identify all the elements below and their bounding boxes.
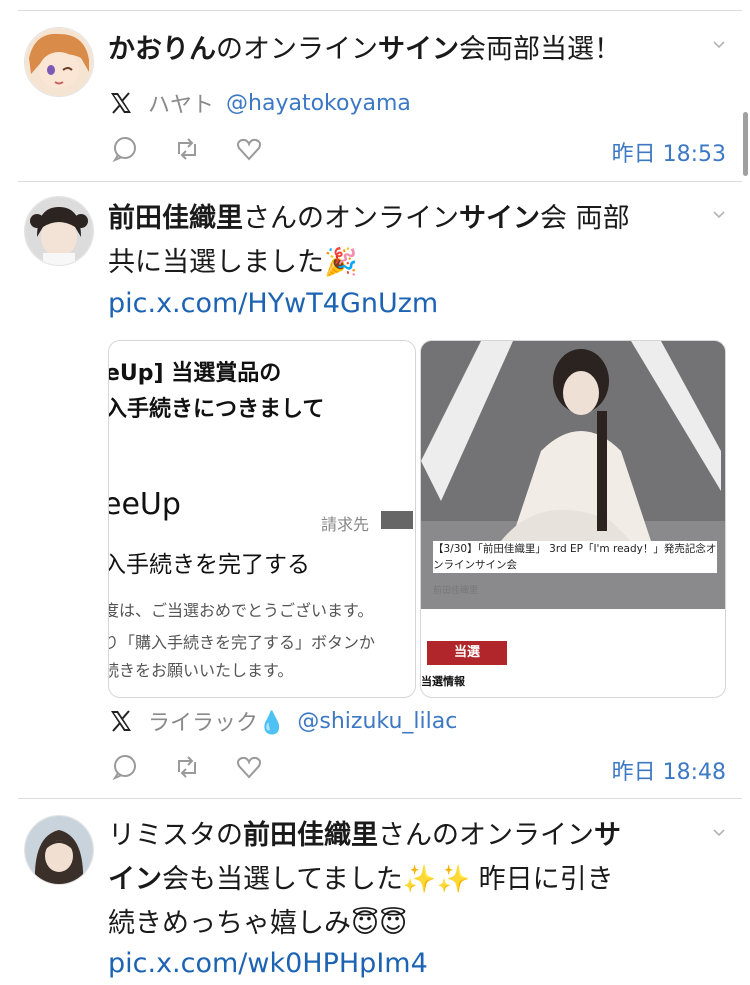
divider xyxy=(18,798,742,799)
media-link[interactable]: pic.x.com/HYwT4GnUzm xyxy=(108,288,438,319)
source-handle[interactable]: @shizuku_lilac xyxy=(297,709,457,734)
chevron-down-icon[interactable] xyxy=(712,38,726,52)
divider xyxy=(18,10,742,11)
post-actions xyxy=(110,132,296,166)
media-grid: eUp] 当選賞品の 入手続きにつきまして eeUp 請求先 入手続きを完了する… xyxy=(108,340,726,698)
avatar[interactable] xyxy=(24,196,94,266)
media-image-right[interactable]: 【3/30】「前田佳織里」 3rd EP「I'm ready！」発売記念オンライ… xyxy=(420,340,726,698)
post-source[interactable]: ライラック💧 @shizuku_lilac xyxy=(108,706,457,736)
post-source[interactable]: ハヤト @hayatokoyama xyxy=(108,88,411,118)
x-logo-icon xyxy=(111,92,131,114)
repost-icon[interactable] xyxy=(172,752,202,782)
media-link[interactable]: pic.x.com/wk0HPHpIm4 xyxy=(108,948,428,979)
timestamp: 昨日 18:53 xyxy=(611,142,726,167)
post-text: かおりんのオンラインサイン会両部当選！ xyxy=(108,34,621,65)
chevron-down-icon[interactable] xyxy=(712,826,726,840)
x-logo-icon xyxy=(111,710,131,732)
reply-icon[interactable] xyxy=(110,134,140,164)
post-text: 前田佳織里さんのオンラインサイン会 両部 共に当選しました🎉 xyxy=(108,203,630,278)
event-artist: 前田佳織里 xyxy=(433,586,479,596)
repost-icon[interactable] xyxy=(172,134,202,164)
scrollbar[interactable] xyxy=(743,112,748,176)
chevron-down-icon[interactable] xyxy=(712,208,726,222)
divider xyxy=(18,181,742,182)
avatar[interactable] xyxy=(24,27,94,97)
like-icon[interactable] xyxy=(234,134,264,164)
post-text: リミスタの前田佳織里さんのオンラインサ イン会も当選してました✨✨ 昨日に引き … xyxy=(108,820,621,939)
post-actions xyxy=(110,750,296,784)
source-name: ハヤト xyxy=(148,93,215,118)
source-handle[interactable]: @hayatokoyama xyxy=(226,91,411,116)
status-badge: 当選 xyxy=(427,641,507,665)
avatar[interactable] xyxy=(24,815,94,885)
status-info: 当選情報 xyxy=(421,675,465,688)
event-caption: 【3/30】「前田佳織里」 3rd EP「I'm ready！」発売記念オンライ… xyxy=(433,541,717,573)
media-image-left[interactable]: eUp] 当選賞品の 入手続きにつきまして eeUp 請求先 入手続きを完了する… xyxy=(108,340,416,698)
like-icon[interactable] xyxy=(234,752,264,782)
source-name: ライラック💧 xyxy=(148,711,286,736)
reply-icon[interactable] xyxy=(110,752,140,782)
timestamp: 昨日 18:48 xyxy=(611,760,726,785)
